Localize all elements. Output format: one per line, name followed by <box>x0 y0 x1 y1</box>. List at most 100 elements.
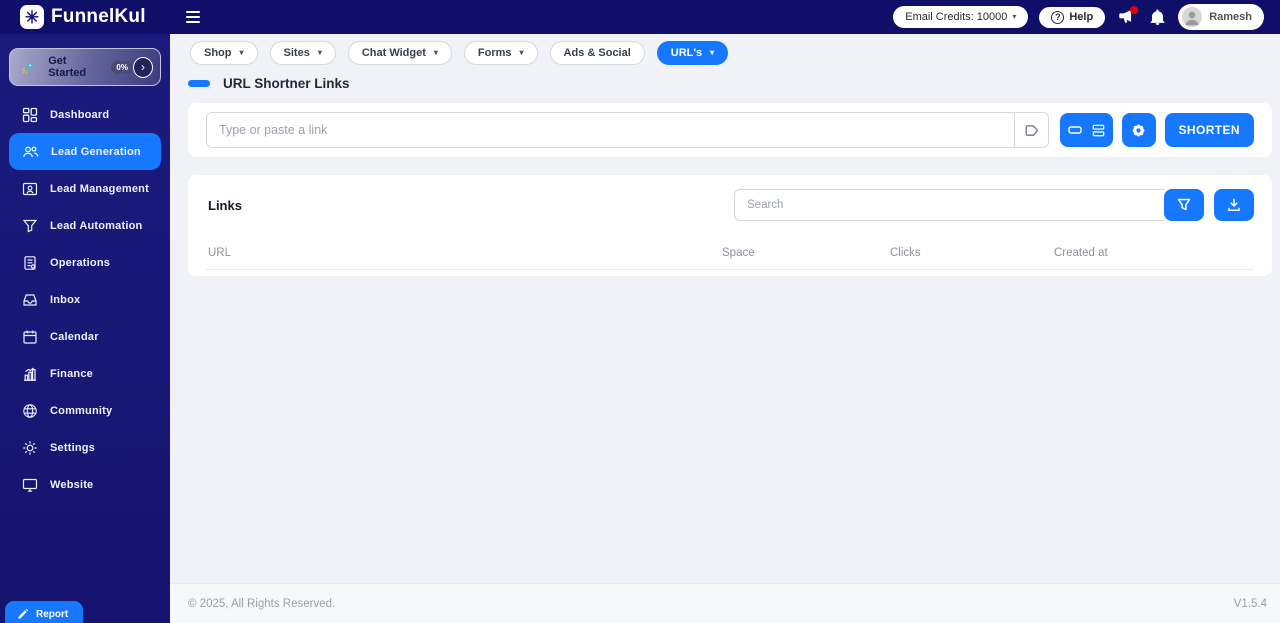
dashboard-icon <box>22 107 38 123</box>
search-input[interactable] <box>734 189 1164 221</box>
gear-icon <box>22 440 38 456</box>
tab-ads-social[interactable]: Ads & Social <box>550 41 645 65</box>
sidebar-item-community[interactable]: Community <box>0 392 170 429</box>
top-header: ✳ FunnelKul Email Credits: 10000 ▾ ? Hel… <box>0 0 1280 34</box>
download-button[interactable] <box>1214 189 1254 221</box>
caret-down-icon: ▾ <box>520 49 524 57</box>
sidebar-item-label: Operations <box>50 257 110 269</box>
tab-chat-widget[interactable]: Chat Widget ▾ <box>348 41 452 65</box>
sidebar-item-finance[interactable]: Finance <box>0 355 170 392</box>
view-toggle[interactable] <box>1060 113 1113 147</box>
help-label: Help <box>1069 11 1093 23</box>
notification-dot <box>1130 6 1138 14</box>
report-button[interactable]: Report <box>5 601 83 623</box>
tab-label: URL's <box>671 47 702 59</box>
link-input[interactable] <box>207 113 1014 147</box>
link-input-group <box>206 112 1049 148</box>
funnelkul-logo-icon: ✳ <box>20 5 44 29</box>
get-started-label: Get Started <box>48 55 104 79</box>
chevron-right-icon[interactable]: › <box>133 57 153 78</box>
download-icon <box>1226 197 1242 213</box>
sidebar-item-label: Calendar <box>50 331 99 343</box>
sidebar-item-label: Community <box>50 405 112 417</box>
caret-down-icon: ▾ <box>240 49 244 57</box>
clipboard-icon <box>22 255 38 271</box>
sidebar-item-calendar[interactable]: Calendar <box>0 318 170 355</box>
page-title: URL Shortner Links <box>223 76 350 91</box>
sidebar-item-operations[interactable]: Operations <box>0 244 170 281</box>
column-header-url: URL <box>208 247 231 259</box>
brand[interactable]: ✳ FunnelKul <box>0 5 170 29</box>
sidebar-item-inbox[interactable]: Inbox <box>0 281 170 318</box>
hamburger-menu-icon[interactable] <box>182 7 204 27</box>
users-icon <box>22 144 39 160</box>
email-credits-dropdown[interactable]: Email Credits: 10000 ▾ <box>893 6 1028 28</box>
column-header-clicks: Clicks <box>890 247 921 259</box>
footer: © 2025, All Rights Reserved. V1.5.4 <box>170 583 1280 623</box>
globe-icon <box>22 403 38 419</box>
question-mark-icon: ? <box>1051 11 1064 24</box>
sidebar-item-dashboard[interactable]: Dashboard <box>0 96 170 133</box>
tab-label: Shop <box>204 47 232 59</box>
get-started-button[interactable]: Get Started 0% › <box>9 48 161 86</box>
sidebar-item-label: Lead Automation <box>50 220 142 232</box>
tab-label: Sites <box>284 47 310 59</box>
sidebar-item-label: Finance <box>50 368 93 380</box>
tab-sites[interactable]: Sites ▾ <box>270 41 336 65</box>
monitor-icon <box>22 477 38 493</box>
user-menu[interactable]: Ramesh <box>1178 4 1264 30</box>
sidebar-item-label: Website <box>50 479 93 491</box>
filter-icon <box>1176 197 1192 213</box>
caret-down-icon: ▾ <box>710 49 714 57</box>
shorten-button[interactable]: SHORTEN <box>1165 113 1254 147</box>
main-content: Shop ▾ Sites ▾ Chat Widget ▾ Forms ▾ Ads… <box>170 34 1280 623</box>
title-accent-dash <box>188 80 210 87</box>
email-credits-label: Email Credits: 10000 <box>905 11 1007 23</box>
tab-label: Forms <box>478 47 512 59</box>
tab-forms[interactable]: Forms ▾ <box>464 41 538 65</box>
module-tabs: Shop ▾ Sites ▾ Chat Widget ▾ Forms ▾ Ads… <box>170 34 1280 65</box>
links-card: Links URL Space Clicks C <box>188 175 1272 276</box>
progress-badge: 0% <box>111 61 133 74</box>
help-button[interactable]: ? Help <box>1039 7 1105 28</box>
filter-button[interactable] <box>1164 189 1204 221</box>
inbox-icon <box>22 292 38 308</box>
sidebar: Get Started 0% › Dashboard Lead Generati… <box>0 34 170 623</box>
id-card-icon <box>22 181 38 197</box>
sidebar-item-label: Lead Generation <box>51 146 141 158</box>
links-section-title: Links <box>208 198 242 213</box>
avatar <box>1182 7 1202 27</box>
funnel-icon <box>22 218 38 234</box>
bar-chart-icon <box>22 366 38 382</box>
tag-button[interactable] <box>1014 113 1048 147</box>
shorten-settings-button[interactable] <box>1122 113 1156 147</box>
sidebar-item-label: Inbox <box>50 294 80 306</box>
column-header-created-at: Created at <box>1054 247 1108 259</box>
copyright-text: © 2025, All Rights Reserved. <box>188 598 335 610</box>
sidebar-item-lead-management[interactable]: Lead Management <box>0 170 170 207</box>
notifications-button[interactable] <box>1147 7 1167 27</box>
pencil-icon <box>17 608 29 620</box>
caret-down-icon: ▾ <box>1012 13 1016 21</box>
column-header-space: Space <box>722 247 755 259</box>
sidebar-item-website[interactable]: Website <box>0 466 170 503</box>
sidebar-item-lead-automation[interactable]: Lead Automation <box>0 207 170 244</box>
links-table-header: URL Space Clicks Created at <box>206 247 1254 262</box>
tab-urls[interactable]: URL's ▾ <box>657 41 728 65</box>
bell-icon <box>1149 9 1166 26</box>
tab-label: Chat Widget <box>362 47 426 59</box>
sidebar-item-label: Dashboard <box>50 109 109 121</box>
tab-shop[interactable]: Shop ▾ <box>190 41 258 65</box>
sidebar-item-settings[interactable]: Settings <box>0 429 170 466</box>
report-label: Report <box>36 609 68 620</box>
calendar-icon <box>22 329 38 345</box>
shortener-card: SHORTEN <box>188 103 1272 157</box>
gear-icon <box>1130 122 1147 139</box>
sidebar-item-label: Settings <box>50 442 95 454</box>
single-view-icon <box>1067 122 1083 138</box>
sidebar-item-lead-generation[interactable]: Lead Generation <box>9 133 161 170</box>
rocket-icon <box>21 60 35 75</box>
sidebar-item-label: Lead Management <box>50 183 149 195</box>
user-name: Ramesh <box>1209 11 1252 23</box>
announcements-button[interactable] <box>1116 7 1136 27</box>
